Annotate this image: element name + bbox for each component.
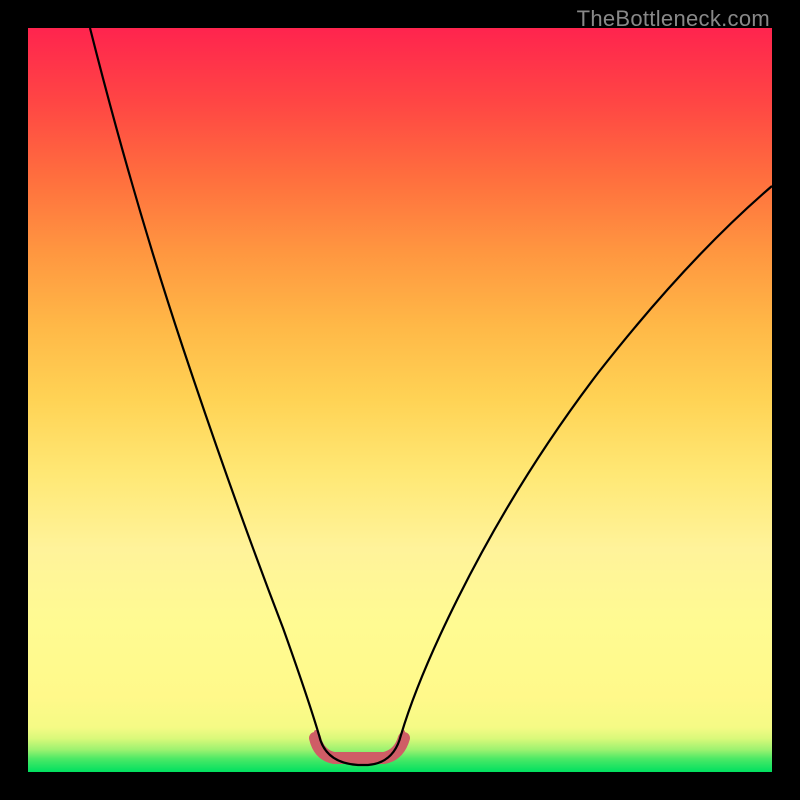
bottleneck-chart: TheBottleneck.com — [0, 0, 800, 800]
plot-area — [28, 28, 772, 772]
chart-svg — [28, 28, 772, 772]
bottleneck-curve — [90, 28, 772, 765]
watermark-text: TheBottleneck.com — [577, 6, 770, 32]
